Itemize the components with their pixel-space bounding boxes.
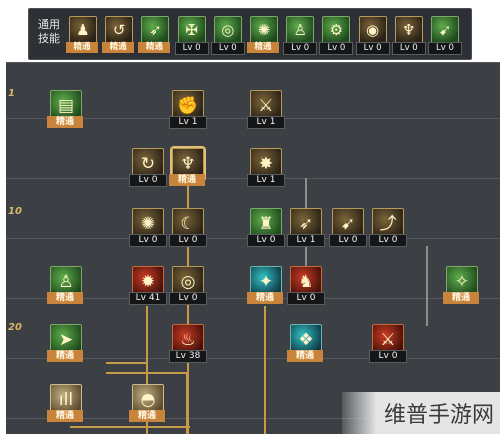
mastery-badge: 精通 bbox=[47, 350, 83, 362]
level-badge: Lv 0 bbox=[210, 42, 245, 55]
skill-crimson-blade[interactable]: ⚔ Lv 0 bbox=[369, 324, 407, 363]
level-badge: Lv 0 bbox=[283, 42, 318, 55]
skill-upper-cut[interactable]: ✊ Lv 1 bbox=[169, 90, 207, 129]
skill-lunge[interactable]: ➶ Lv 1 bbox=[287, 208, 325, 247]
skill-tree-panel: 1 10 20 ▤ 精通 ✊ Lv 1 ⚔ Lv 1 ↻ Lv 0 ♆ 精通 ✸ Lv 1 ✺ Lv 0 ☾ Lv … bbox=[6, 62, 500, 434]
crouch-spin-icon: ↺ bbox=[105, 16, 134, 44]
skill-book-scroll[interactable]: ▤ 精通 bbox=[47, 90, 83, 128]
skill-shatter[interactable]: ❖ 精通 bbox=[287, 324, 323, 362]
level-badge: Lv 0 bbox=[355, 42, 390, 55]
level-badge: Lv 0 bbox=[369, 350, 407, 363]
skill-rising-blow[interactable]: ⤴ Lv 0 bbox=[369, 208, 407, 247]
skill-blade-slash[interactable]: ⚔ Lv 1 bbox=[247, 90, 285, 129]
target-burst-icon: ✺ bbox=[250, 16, 278, 44]
skill-tree-window: 通用 技能 ♟ 精通 ↺ 精通 ➶ 精通 ✠ Lv 0 ◎ Lv 0 ✺ 精通 ♙ Lv 0 ⚙ Lv 0 ◉ Lv… bbox=[0, 0, 500, 434]
skill-arrow-charge[interactable]: ➤ 精通 bbox=[47, 324, 83, 362]
level-badge: Lv 0 bbox=[247, 234, 285, 247]
skill-rage[interactable]: ♨ Lv 38 bbox=[169, 324, 207, 363]
skill-berserk[interactable]: ♞ Lv 0 bbox=[287, 266, 325, 305]
common-skill-4[interactable]: ✠ Lv 0 bbox=[174, 16, 209, 55]
common-skill-7[interactable]: ♙ Lv 0 bbox=[283, 16, 318, 55]
mastery-badge: 精通 bbox=[138, 42, 171, 53]
common-skill-3[interactable]: ➶ 精通 bbox=[138, 16, 171, 53]
common-skills-bar: 通用 技能 ♟ 精通 ↺ 精通 ➶ 精通 ✠ Lv 0 ◎ Lv 0 ✺ 精通 ♙ Lv 0 ⚙ Lv 0 ◉ Lv… bbox=[28, 8, 472, 60]
level-badge: Lv 1 bbox=[169, 116, 207, 129]
leaping-figure-icon: ➹ bbox=[431, 16, 459, 44]
level-requirement-label: 20 bbox=[8, 322, 22, 333]
skill-whirlwind[interactable]: ✺ Lv 0 bbox=[129, 208, 167, 247]
common-skill-11[interactable]: ➹ Lv 0 bbox=[428, 16, 462, 55]
figure-gear-icon: ⚙ bbox=[322, 16, 351, 44]
skill-guard-stance[interactable]: ♜ Lv 0 bbox=[247, 208, 285, 247]
common-skills-label: 通用 技能 bbox=[35, 18, 63, 46]
mastery-badge: 精通 bbox=[247, 42, 279, 53]
common-skill-9[interactable]: ◉ Lv 0 bbox=[355, 16, 390, 55]
common-skill-6[interactable]: ✺ 精通 bbox=[247, 16, 279, 53]
level-badge: Lv 0 bbox=[369, 234, 407, 247]
common-skill-8[interactable]: ⚙ Lv 0 bbox=[319, 16, 354, 55]
level-badge: Lv 0 bbox=[169, 234, 207, 247]
level-badge: Lv 0 bbox=[287, 292, 325, 305]
mastery-badge: 精通 bbox=[47, 116, 83, 128]
common-skill-5[interactable]: ◎ Lv 0 bbox=[210, 16, 245, 55]
common-skill-2[interactable]: ↺ 精通 bbox=[102, 16, 135, 53]
level-badge: Lv 38 bbox=[169, 350, 207, 363]
mastery-badge: 精通 bbox=[247, 292, 283, 304]
skill-dash-strike[interactable]: ➹ Lv 0 bbox=[329, 208, 367, 247]
mastery-badge: 精通 bbox=[129, 410, 165, 422]
level-badge: Lv 1 bbox=[247, 174, 285, 187]
level-badge: Lv 41 bbox=[129, 292, 167, 305]
skill-body-harden[interactable]: ♙ 精通 bbox=[47, 266, 83, 304]
kneeling-figure-icon: ♙ bbox=[286, 16, 315, 44]
watermark-text: 维普手游网 bbox=[342, 392, 500, 434]
level-badge: Lv 0 bbox=[428, 42, 462, 55]
mastery-badge: 精通 bbox=[66, 42, 98, 53]
prerequisite-connector bbox=[70, 426, 190, 428]
prerequisite-connector bbox=[186, 372, 188, 434]
skill-sound-wave[interactable]: ıll 精通 bbox=[47, 384, 83, 422]
common-skill-1[interactable]: ♟ 精通 bbox=[66, 16, 98, 53]
level-requirement-label: 1 bbox=[8, 88, 15, 99]
level-badge: Lv 0 bbox=[129, 234, 167, 247]
level-badge: Lv 0 bbox=[169, 292, 207, 305]
skill-power-stance[interactable]: ♆ 精通 bbox=[169, 148, 205, 186]
tier-divider bbox=[6, 62, 500, 63]
level-badge: Lv 0 bbox=[174, 42, 209, 55]
skill-spark[interactable]: ✧ 精通 bbox=[443, 266, 479, 304]
skill-shield-dome[interactable]: ◓ 精通 bbox=[129, 384, 165, 422]
level-badge: Lv 0 bbox=[129, 174, 167, 187]
runner-icon: ➶ bbox=[141, 16, 170, 44]
mastery-badge: 精通 bbox=[47, 410, 83, 422]
prerequisite-connector bbox=[106, 362, 148, 364]
figure-pose-icon: ♟ bbox=[69, 16, 97, 44]
mastery-badge: 精通 bbox=[102, 42, 135, 53]
level-badge: Lv 1 bbox=[247, 116, 285, 129]
level-badge: Lv 1 bbox=[287, 234, 325, 247]
skill-star-flash[interactable]: ✦ 精通 bbox=[247, 266, 283, 304]
skill-vortex[interactable]: ◎ Lv 0 bbox=[169, 266, 207, 305]
prerequisite-connector bbox=[264, 306, 266, 434]
skill-spin-kick[interactable]: ↻ Lv 0 bbox=[129, 148, 167, 187]
common-skills-label-line: 通用 bbox=[38, 18, 60, 31]
flexing-figure-icon: ♆ bbox=[394, 16, 423, 44]
mastery-badge: 精通 bbox=[47, 292, 83, 304]
skill-crescent[interactable]: ☾ Lv 0 bbox=[169, 208, 207, 247]
mastery-badge: 精通 bbox=[443, 292, 479, 304]
mastery-badge: 精通 bbox=[287, 350, 323, 362]
common-skill-10[interactable]: ♆ Lv 0 bbox=[391, 16, 426, 55]
level-requirement-label: 10 bbox=[8, 206, 22, 217]
level-badge: Lv 0 bbox=[319, 42, 354, 55]
level-badge: Lv 0 bbox=[391, 42, 426, 55]
level-badge: Lv 0 bbox=[329, 234, 367, 247]
prerequisite-connector bbox=[106, 372, 188, 374]
winged-emblem-icon: ✠ bbox=[177, 16, 206, 44]
skill-ground-slam[interactable]: ✸ Lv 1 bbox=[247, 148, 285, 187]
prerequisite-connector bbox=[426, 246, 428, 326]
skill-fire-burst[interactable]: ✹ Lv 41 bbox=[129, 266, 167, 305]
vortex-icon: ◉ bbox=[358, 16, 387, 44]
mastery-badge: 精通 bbox=[169, 174, 205, 186]
common-skills-label-line: 技能 bbox=[38, 32, 60, 45]
target-reticle-icon: ◎ bbox=[213, 16, 242, 44]
